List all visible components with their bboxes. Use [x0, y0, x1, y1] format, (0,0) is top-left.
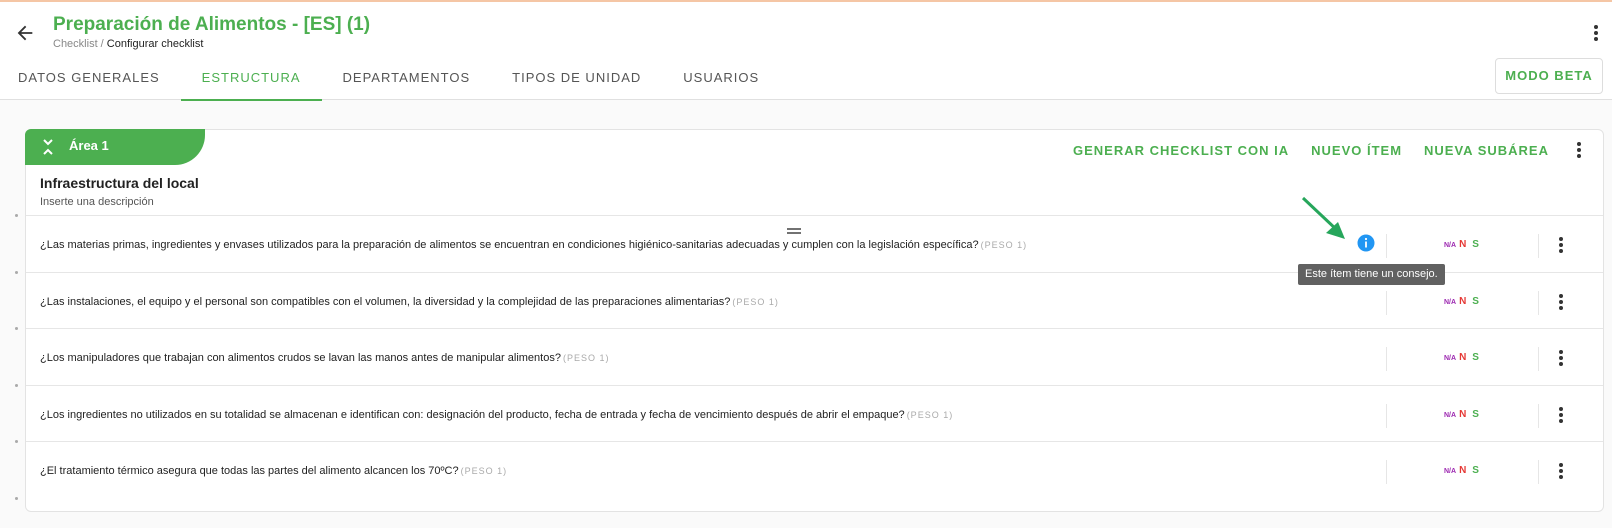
row-dot — [15, 214, 18, 217]
tab-datos-generales[interactable]: DATOS GENERALES — [0, 62, 181, 101]
breadcrumb-current: Configurar checklist — [106, 38, 204, 50]
tab-tipos-de-unidad[interactable]: TIPOS DE UNIDAD — [491, 62, 662, 101]
divider — [1538, 347, 1539, 371]
divider — [1386, 347, 1387, 371]
answer-yes[interactable]: S — [1472, 239, 1479, 250]
answer-options: N/A N S — [1444, 352, 1479, 365]
divider — [1386, 234, 1387, 258]
question-weight: (PESO 1) — [460, 466, 508, 476]
area-actions: GENERAR CHECKLIST CON IA NUEVO ÍTEM NUEV… — [1073, 140, 1603, 160]
question-text: ¿Las instalaciones, el equipo y el perso… — [40, 296, 779, 308]
more-vertical-icon[interactable] — [1553, 235, 1569, 255]
divider — [1538, 404, 1539, 428]
answer-na[interactable]: N/A — [1444, 242, 1456, 249]
more-vertical-icon[interactable] — [1588, 22, 1604, 44]
tab-bar: DATOS GENERALES ESTRUCTURA DEPARTAMENTOS… — [0, 62, 780, 101]
answer-options: N/A N S — [1444, 409, 1479, 422]
divider — [1538, 234, 1539, 258]
answer-na[interactable]: N/A — [1444, 412, 1456, 419]
area-label: Área 1 — [69, 138, 109, 153]
collapse-icon[interactable] — [41, 138, 55, 156]
more-vertical-icon[interactable] — [1553, 405, 1569, 425]
pointer-arrow-icon — [1301, 196, 1345, 239]
tab-estructura[interactable]: ESTRUCTURA — [180, 62, 322, 101]
new-subarea-button[interactable]: NUEVA SUBÁREA — [1424, 143, 1549, 158]
top-bar: Preparación de Alimentos - [ES] (1) Chec… — [0, 0, 1612, 101]
beta-mode-button[interactable]: MODO BETA — [1495, 58, 1603, 94]
back-arrow-icon[interactable] — [14, 22, 36, 44]
row-dot — [15, 384, 18, 387]
area-card: Área 1 GENERAR CHECKLIST CON IA NUEVO ÍT… — [25, 129, 1604, 512]
question-weight: (PESO 1) — [906, 410, 954, 420]
answer-options: N/A N S — [1444, 296, 1479, 309]
divider — [1386, 404, 1387, 428]
question-text: ¿Los manipuladores que trabajan con alim… — [40, 352, 610, 364]
answer-na[interactable]: N/A — [1444, 299, 1456, 306]
answer-yes[interactable]: S — [1472, 296, 1479, 307]
page-title: Preparación de Alimentos - [ES] (1) — [53, 14, 371, 35]
answer-no[interactable]: N — [1459, 239, 1466, 250]
breadcrumb: Checklist / Configurar checklist — [53, 38, 203, 50]
generate-ai-button[interactable]: GENERAR CHECKLIST CON IA — [1073, 143, 1289, 158]
row-dot — [15, 497, 18, 500]
answer-options: N/A N S — [1444, 239, 1479, 252]
area-header[interactable]: Área 1 — [25, 129, 205, 165]
section-title[interactable]: Infraestructura del local — [40, 175, 199, 191]
breadcrumb-parent[interactable]: Checklist — [53, 38, 98, 50]
tooltip: Este ítem tiene un consejo. — [1298, 264, 1445, 285]
info-icon[interactable] — [1357, 234, 1375, 252]
answer-no[interactable]: N — [1459, 409, 1466, 420]
more-vertical-icon[interactable] — [1571, 140, 1587, 160]
divider — [1538, 291, 1539, 315]
answer-no[interactable]: N — [1459, 465, 1466, 476]
breadcrumb-separator: / — [97, 38, 107, 50]
row-dot — [15, 440, 18, 443]
more-vertical-icon[interactable] — [1553, 292, 1569, 312]
more-vertical-icon[interactable] — [1553, 461, 1569, 481]
answer-no[interactable]: N — [1459, 296, 1466, 307]
question-row[interactable]: ¿El tratamiento térmico asegura que toda… — [26, 441, 1603, 499]
tab-departamentos[interactable]: DEPARTAMENTOS — [322, 62, 492, 101]
divider — [1386, 291, 1387, 315]
question-text: ¿El tratamiento térmico asegura que toda… — [40, 465, 508, 477]
answer-yes[interactable]: S — [1472, 465, 1479, 476]
new-item-button[interactable]: NUEVO ÍTEM — [1311, 143, 1402, 158]
question-weight: (PESO 1) — [562, 353, 610, 363]
row-dot — [15, 271, 18, 274]
more-vertical-icon[interactable] — [1553, 348, 1569, 368]
divider — [1538, 460, 1539, 484]
divider — [1386, 460, 1387, 484]
tab-usuarios[interactable]: USUARIOS — [662, 62, 780, 101]
answer-options: N/A N S — [1444, 465, 1479, 478]
row-dot — [15, 327, 18, 330]
answer-na[interactable]: N/A — [1444, 355, 1456, 362]
question-row[interactable]: ¿Los ingredientes no utilizados en su to… — [26, 385, 1603, 443]
section-description[interactable]: Inserte una descripción — [40, 196, 154, 208]
question-row[interactable]: ¿Los manipuladores que trabajan con alim… — [26, 328, 1603, 386]
answer-yes[interactable]: S — [1472, 409, 1479, 420]
answer-no[interactable]: N — [1459, 352, 1466, 363]
question-text: ¿Las materias primas, ingredientes y env… — [40, 239, 1028, 251]
question-weight: (PESO 1) — [980, 240, 1028, 250]
answer-yes[interactable]: S — [1472, 352, 1479, 363]
answer-na[interactable]: N/A — [1444, 468, 1456, 475]
question-text: ¿Los ingredientes no utilizados en su to… — [40, 409, 954, 421]
question-weight: (PESO 1) — [732, 297, 779, 307]
